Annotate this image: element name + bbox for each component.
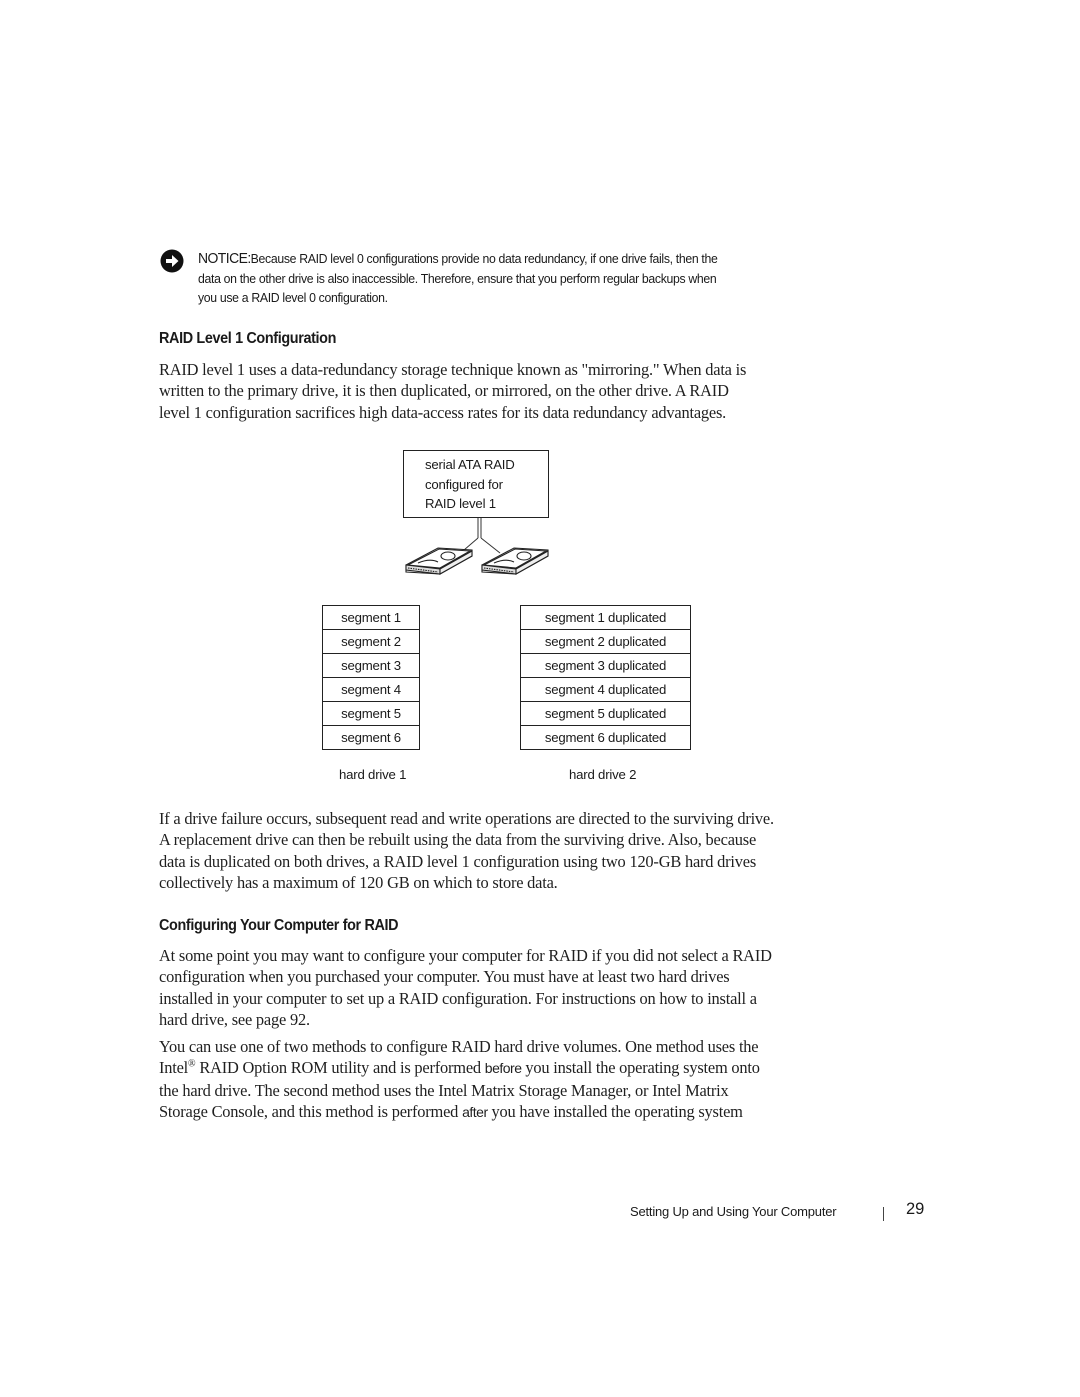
segment-cell: segment 3	[323, 654, 419, 678]
raid-controller-box: serial ATA RAID configured for RAID leve…	[403, 450, 549, 518]
hard-drive-2-icon	[481, 547, 549, 575]
hard-drive-1-label: hard drive 1	[339, 767, 407, 782]
footer-divider	[883, 1207, 884, 1221]
segment-cell: segment 3 duplicated	[521, 654, 690, 678]
emphasis-before: before	[484, 1060, 522, 1077]
segment-cell: segment 6 duplicated	[521, 726, 690, 750]
section-heading-configuring-raid: Configuring Your Computer for RAID	[159, 917, 399, 934]
segment-cell: segment 5	[323, 702, 419, 726]
footer-chapter-title: Setting Up and Using Your Computer	[630, 1204, 837, 1219]
segment-cell: segment 4 duplicated	[521, 678, 690, 702]
drive-failure-paragraph: If a drive failure occurs, subsequent re…	[159, 809, 774, 893]
segment-cell: segment 2	[323, 630, 419, 654]
segment-cell: segment 1 duplicated	[521, 606, 690, 630]
section-heading-raid-level-1: RAID Level 1 Configuration	[159, 330, 337, 347]
notice-text: NOTICE:Because RAID level 0 configuratio…	[198, 250, 718, 305]
segment-cell: segment 6	[323, 726, 419, 750]
segment-cell: segment 2 duplicated	[521, 630, 690, 654]
arrow-right-circle-icon	[160, 249, 184, 273]
emphasis-after: after	[462, 1104, 488, 1121]
segment-cell: segment 1	[323, 606, 419, 630]
segment-cell: segment 4	[323, 678, 419, 702]
raid-level-1-paragraph: RAID level 1 uses a data-redundancy stor…	[159, 360, 747, 422]
segment-cell: segment 5 duplicated	[521, 702, 690, 726]
hard-drive-1-segments: segment 1 segment 2 segment 3 segment 4 …	[322, 605, 420, 750]
page-number: 29	[906, 1200, 925, 1218]
hard-drive-1-icon	[405, 547, 473, 575]
notice-label: NOTICE:	[198, 250, 251, 267]
connector-lines	[463, 518, 501, 554]
configure-raid-paragraph-2: You can use one of two methods to config…	[159, 1037, 760, 1122]
hard-drives-illustration	[405, 518, 549, 575]
hard-drive-2-label: hard drive 2	[569, 767, 637, 782]
hard-drive-2-segments: segment 1 duplicated segment 2 duplicate…	[520, 605, 691, 750]
configure-raid-paragraph-1: At some point you may want to configure …	[159, 946, 772, 1030]
